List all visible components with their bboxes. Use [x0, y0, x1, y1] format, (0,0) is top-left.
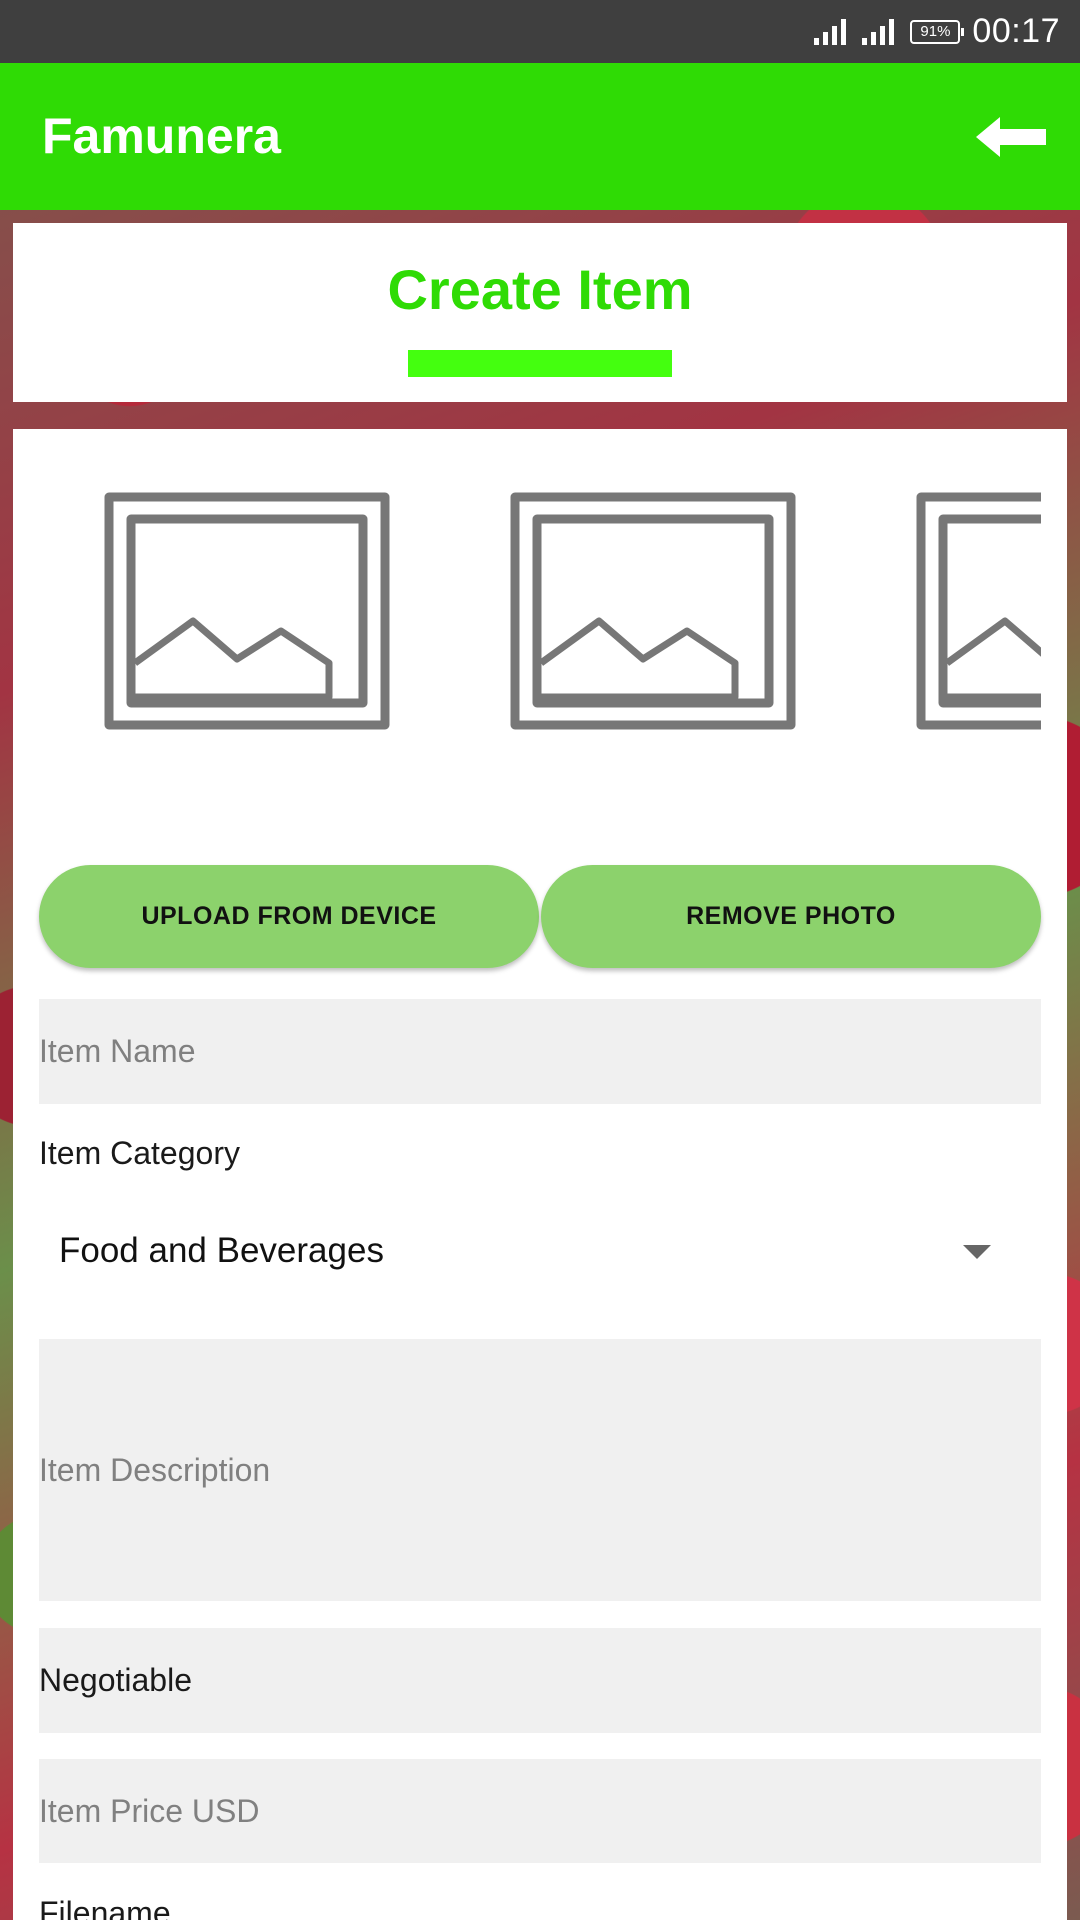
item-category-label: Item Category	[39, 1135, 240, 1171]
item-category-value: Food and Beverages	[59, 1231, 384, 1270]
remove-photo-button[interactable]: REMOVE PHOTO	[541, 865, 1041, 968]
signal-icon	[814, 18, 847, 45]
negotiable-field[interactable]: Negotiable	[39, 1628, 1041, 1733]
item-price-placeholder: Item Price USD	[39, 1792, 260, 1829]
arrow-left-icon	[976, 117, 1046, 157]
item-description-placeholder: Item Description	[39, 1451, 271, 1488]
item-name-field[interactable]: Item Name	[39, 999, 1041, 1104]
signal-icon-2	[862, 18, 895, 45]
page-title: Create Item	[387, 258, 693, 321]
app-title: Famunera	[42, 108, 281, 164]
item-name-placeholder: Item Name	[39, 1033, 196, 1069]
item-description-field[interactable]: Item Description	[39, 1339, 1041, 1601]
upload-from-device-button[interactable]: UPLOAD FROM DEVICE	[39, 865, 539, 968]
dropdown-arrow-icon	[963, 1245, 991, 1259]
title-underline	[408, 350, 672, 377]
negotiable-value: Negotiable	[39, 1662, 192, 1698]
image-placeholder-icon	[104, 492, 390, 730]
status-icons: 91% 00:17	[814, 0, 1060, 63]
app-bar: Famunera	[0, 63, 1080, 210]
image-placeholder-icon	[510, 492, 796, 730]
item-price-field[interactable]: Item Price USD	[39, 1759, 1041, 1863]
photo-slot-1[interactable]	[101, 491, 393, 731]
status-bar: 91% 00:17	[0, 0, 1080, 63]
photo-actions: UPLOAD FROM DEVICE REMOVE PHOTO	[39, 865, 1041, 970]
image-placeholder-icon	[916, 492, 1041, 730]
header-card: Create Item	[13, 223, 1067, 402]
back-button[interactable]	[966, 97, 1056, 177]
photo-slot-3[interactable]	[913, 491, 1041, 731]
battery-icon: 91%	[910, 19, 965, 44]
filename-label: Filename	[39, 1895, 171, 1920]
create-item-form: UPLOAD FROM DEVICE REMOVE PHOTO Item Nam…	[13, 429, 1067, 1920]
clock: 00:17	[972, 12, 1060, 50]
photo-slot-2[interactable]	[507, 491, 799, 731]
item-category-select[interactable]: Food and Beverages	[39, 1201, 1041, 1301]
photo-strip[interactable]	[39, 491, 1041, 731]
